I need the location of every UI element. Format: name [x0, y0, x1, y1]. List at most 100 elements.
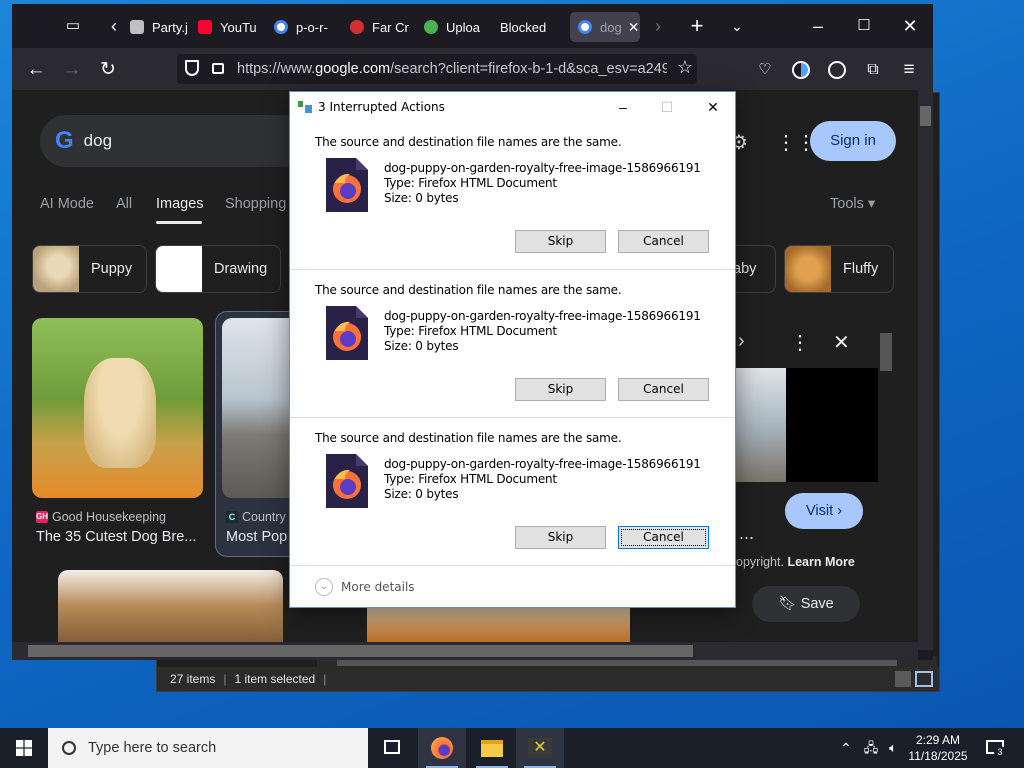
- skip-button[interactable]: Skip: [515, 378, 606, 401]
- result1-title[interactable]: The 35 Cutest Dog Bre...: [36, 529, 196, 545]
- taskbar-firefox[interactable]: [418, 728, 466, 768]
- tab-all[interactable]: All: [116, 196, 132, 212]
- tab-shopping[interactable]: Shopping: [225, 196, 286, 212]
- more-details-toggle[interactable]: ⌄ More details: [315, 578, 415, 596]
- reload-icon[interactable]: ↻: [94, 56, 122, 84]
- search-query[interactable]: dog: [84, 131, 112, 151]
- tab-images[interactable]: Images: [156, 196, 204, 212]
- preview-close-icon[interactable]: ✕: [833, 330, 850, 355]
- dialog-minimize-icon[interactable]: –: [600, 92, 646, 122]
- chip-fluffy[interactable]: Fluffy: [784, 245, 894, 293]
- tools-button[interactable]: Tools ▾: [830, 196, 875, 212]
- extensions-puzzle-icon[interactable]: ⧉: [859, 56, 887, 84]
- lock-icon[interactable]: [212, 63, 224, 74]
- preview-next-icon[interactable]: ›: [738, 330, 745, 353]
- url-text[interactable]: https://www.google.com/search?client=fir…: [237, 61, 667, 77]
- google-logo-icon: G: [55, 127, 74, 154]
- bookmark-star-icon[interactable]: ☆: [677, 57, 693, 78]
- start-button[interactable]: [0, 728, 48, 768]
- tab-upload[interactable]: Uploa: [424, 12, 488, 42]
- chip-puppy[interactable]: Puppy: [32, 245, 147, 293]
- browser-vertical-scrollbar[interactable]: [918, 90, 933, 650]
- cancel-button[interactable]: Cancel: [618, 378, 709, 401]
- result-image-golden-puppy[interactable]: [32, 318, 203, 498]
- browser-scroll-thumb[interactable]: [920, 106, 931, 126]
- preview-ellipsis[interactable]: ...: [739, 523, 754, 544]
- taskbar-search-box[interactable]: Type here to search: [48, 728, 368, 768]
- taskbar-clock[interactable]: 2:29 AM 11/18/2025: [902, 732, 974, 764]
- preview-scrollbar[interactable]: [878, 318, 894, 618]
- tab-label: Party.j: [152, 19, 188, 35]
- show-hidden-icons-icon[interactable]: ⌃: [836, 728, 856, 768]
- shield-icon[interactable]: [185, 60, 199, 76]
- tab-far-cry[interactable]: Far Cr: [350, 12, 412, 42]
- tab-youtube[interactable]: YouTu: [198, 12, 260, 42]
- result2-title[interactable]: Most Pop: [226, 529, 287, 545]
- dialog-title-bar[interactable]: 3 Interrupted Actions – ☐ ✕: [290, 92, 735, 122]
- browser-hscroll-thumb[interactable]: [28, 645, 693, 657]
- preview-scroll-thumb[interactable]: [880, 333, 892, 371]
- skip-button[interactable]: Skip: [515, 230, 606, 253]
- maximize-icon[interactable]: ☐: [844, 4, 884, 48]
- puppy-figure: [84, 358, 156, 468]
- tab-google-porn[interactable]: p-o-r-: [274, 12, 340, 42]
- details-view-icon[interactable]: [895, 671, 911, 687]
- new-tab-icon[interactable]: +: [682, 4, 712, 48]
- back-icon[interactable]: ←: [22, 56, 50, 84]
- result2-source[interactable]: C Country: [226, 510, 286, 524]
- conflict-message: The source and destination file names ar…: [315, 283, 622, 297]
- tab-overview-icon[interactable]: ▭: [58, 4, 88, 48]
- chevron-down-icon: ⌄: [315, 578, 333, 596]
- pocket-icon[interactable]: ♡: [751, 56, 779, 84]
- large-icons-view-icon[interactable]: [915, 671, 933, 687]
- save-button[interactable]: 🔖︎ Save: [752, 586, 860, 622]
- action-center-button[interactable]: 3: [980, 728, 1010, 768]
- task-view-button[interactable]: [368, 728, 416, 768]
- result1-source[interactable]: GH Good Housekeeping: [36, 510, 166, 524]
- tab-blocked[interactable]: Blocked: [500, 12, 570, 42]
- windows-taskbar: Type here to search ✕ ⌃ 🖧︎ 🔈︎ 2:29 AM 11…: [0, 728, 1024, 768]
- cloud-icon: [424, 20, 438, 34]
- tab-scroll-right-icon[interactable]: ›: [648, 4, 668, 48]
- learn-more-link[interactable]: Learn More: [787, 555, 854, 569]
- good-housekeeping-icon: GH: [36, 511, 48, 523]
- address-bar[interactable]: https://www.google.com/search?client=fir…: [177, 54, 697, 84]
- tab-ai-mode[interactable]: AI Mode: [40, 196, 94, 212]
- taskbar-file-explorer[interactable]: [468, 728, 516, 768]
- clock-time: 2:29 AM: [915, 733, 961, 747]
- tab-dog-active[interactable]: dog ✕: [570, 12, 640, 42]
- firefox-html-file-icon: [326, 158, 368, 212]
- chip-label: Drawing: [214, 261, 268, 277]
- taskbar-terminal-app[interactable]: ✕: [516, 728, 564, 768]
- close-tab-icon[interactable]: ✕: [628, 19, 640, 36]
- sign-in-button[interactable]: Sign in: [810, 121, 896, 161]
- cancel-button[interactable]: Cancel: [618, 526, 709, 549]
- network-icon[interactable]: 🖧︎: [860, 728, 882, 768]
- dialog-close-icon[interactable]: ✕: [690, 92, 736, 122]
- menu-hamburger-icon[interactable]: ≡: [895, 56, 923, 84]
- search-icon: [62, 741, 76, 755]
- cancel-button[interactable]: Cancel: [618, 230, 709, 253]
- chip-label: Fluffy: [843, 261, 879, 277]
- forward-icon[interactable]: →: [58, 56, 86, 84]
- preview-more-icon[interactable]: ⋮: [790, 330, 810, 355]
- tab-party[interactable]: Party.j: [130, 12, 192, 42]
- preview-image[interactable]: [736, 368, 786, 482]
- file-details: dog-puppy-on-garden-royalty-free-image-1…: [384, 457, 701, 502]
- browser-horizontal-scrollbar[interactable]: [12, 642, 918, 660]
- list-all-tabs-icon[interactable]: ⌄: [722, 4, 752, 48]
- minimize-icon[interactable]: –: [798, 4, 838, 48]
- account-icon[interactable]: [823, 56, 851, 84]
- conflict-item-3: The source and destination file names ar…: [290, 418, 735, 566]
- extension-status-icon[interactable]: [787, 56, 815, 84]
- skip-button[interactable]: Skip: [515, 526, 606, 549]
- url-domain: google.com: [315, 61, 391, 77]
- close-window-icon[interactable]: ✕: [890, 4, 930, 48]
- file-name: dog-puppy-on-garden-royalty-free-image-1…: [384, 457, 701, 471]
- visit-button[interactable]: Visit ›: [785, 493, 863, 529]
- volume-muted-icon[interactable]: 🔈︎: [884, 728, 902, 768]
- tab-label: p-o-r-: [296, 19, 328, 35]
- tab-label: Far Cr: [372, 19, 409, 35]
- chip-drawing[interactable]: Drawing: [155, 245, 281, 293]
- tab-scroll-left-icon[interactable]: ‹: [104, 4, 124, 48]
